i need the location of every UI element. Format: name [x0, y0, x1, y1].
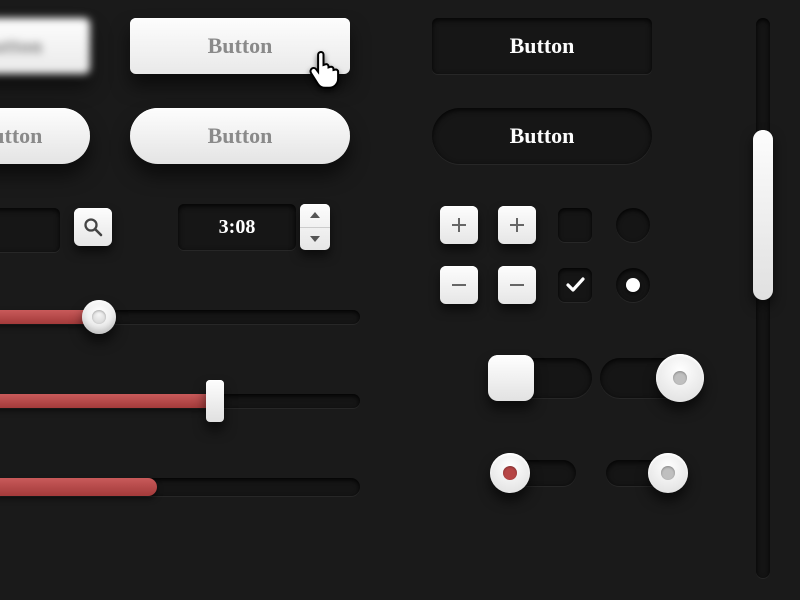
slider-2-track[interactable] — [0, 394, 360, 408]
button-rect-light-hover[interactable]: Button — [130, 18, 350, 74]
stepper-down[interactable] — [300, 228, 330, 251]
chevron-down-icon — [309, 235, 321, 243]
plus-button-1[interactable] — [440, 206, 478, 244]
slider-1-track[interactable] — [0, 310, 360, 324]
minus-button-2[interactable] — [498, 266, 536, 304]
plus-icon — [451, 217, 467, 233]
slider-1-fill — [0, 310, 94, 324]
toggle-round-large-knob[interactable] — [656, 354, 704, 402]
search-button[interactable] — [74, 208, 112, 246]
button-rect-light-partial[interactable]: Button — [0, 18, 90, 74]
toggle-square-knob[interactable] — [488, 355, 534, 401]
button-pill-light[interactable]: Button — [130, 108, 350, 164]
button-label: Button — [510, 33, 575, 59]
checkbox-checked[interactable] — [558, 268, 592, 302]
search-icon — [83, 217, 103, 237]
button-label: Button — [208, 33, 273, 59]
radio-selected[interactable] — [616, 268, 650, 302]
button-label: Button — [208, 123, 273, 149]
radio-unselected[interactable] — [616, 208, 650, 242]
button-pill-light-partial[interactable]: Button — [0, 108, 90, 164]
search-field-partial[interactable] — [0, 208, 60, 252]
toggle-round-small-left-knob[interactable] — [490, 453, 530, 493]
button-label: Button — [0, 33, 42, 59]
vertical-scrollbar-thumb[interactable] — [753, 130, 773, 300]
time-stepper-buttons — [300, 204, 330, 250]
plus-icon — [509, 217, 525, 233]
chevron-up-icon — [309, 211, 321, 219]
slider-1-thumb[interactable] — [82, 300, 116, 334]
button-pill-dark[interactable]: Button — [432, 108, 652, 164]
checkbox-unchecked[interactable] — [558, 208, 592, 242]
slider-2-thumb[interactable] — [206, 380, 224, 422]
button-label: Button — [510, 123, 575, 149]
time-value: 3:08 — [219, 216, 256, 239]
progress-fill — [0, 478, 157, 496]
button-rect-dark[interactable]: Button — [432, 18, 652, 74]
minus-button-1[interactable] — [440, 266, 478, 304]
stepper-up[interactable] — [300, 204, 330, 228]
button-label: Button — [0, 123, 42, 149]
minus-icon — [451, 277, 467, 293]
progress-bar — [0, 478, 360, 496]
plus-button-2[interactable] — [498, 206, 536, 244]
minus-icon — [509, 277, 525, 293]
time-stepper-field[interactable]: 3:08 — [178, 204, 296, 250]
toggle-round-small-right-knob[interactable] — [648, 453, 688, 493]
slider-2-fill — [0, 394, 219, 408]
check-icon — [565, 275, 585, 295]
